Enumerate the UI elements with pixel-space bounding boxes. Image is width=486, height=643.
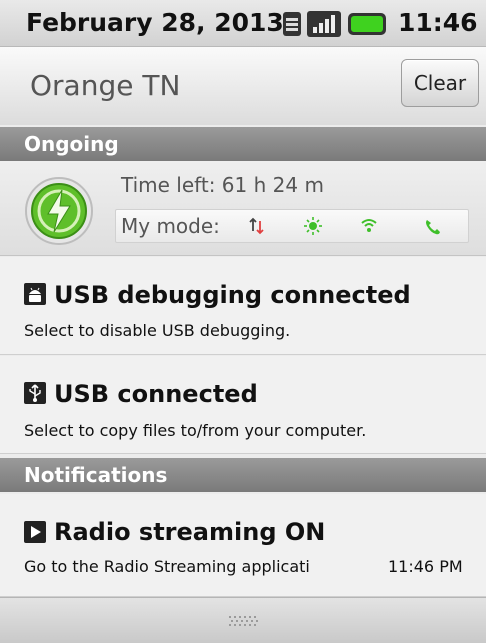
notification-text: Select to copy files to/from your comput… [24,421,367,440]
notification-text: Go to the Radio Streaming applicati [24,557,310,576]
play-icon [24,521,46,543]
signal-bars-icon [307,11,341,37]
section-header-ongoing: Ongoing [0,127,486,161]
notification-title: USB connected [54,380,258,408]
wifi-icon[interactable] [360,217,378,235]
grip-dots-icon [229,616,258,626]
notification-text: Select to disable USB debugging. [24,321,291,340]
data-sync-icon[interactable] [248,217,266,235]
phone-icon[interactable] [424,218,442,236]
brightness-icon[interactable] [304,217,322,235]
status-time: 11:46 PM [398,8,486,43]
battery-bolt-icon [25,177,93,245]
status-time-value: 11:46 [398,8,478,37]
notification-time: 11:46 PM [388,557,463,576]
notification-title: USB debugging connected [54,281,411,309]
android-icon [24,283,46,305]
usb-icon [24,382,46,404]
clear-button[interactable]: Clear [401,59,479,107]
notification-title: Radio streaming ON [54,518,326,546]
carrier-name: Orange TN [30,69,181,102]
section-header-notifications: Notifications [0,458,486,492]
sim-card-icon [283,12,301,36]
status-date: February 28, 2013 [26,8,284,37]
mode-label: My mode: [121,214,220,238]
battery-icon [348,13,386,35]
time-left: Time left: 61 h 24 m [121,173,324,197]
